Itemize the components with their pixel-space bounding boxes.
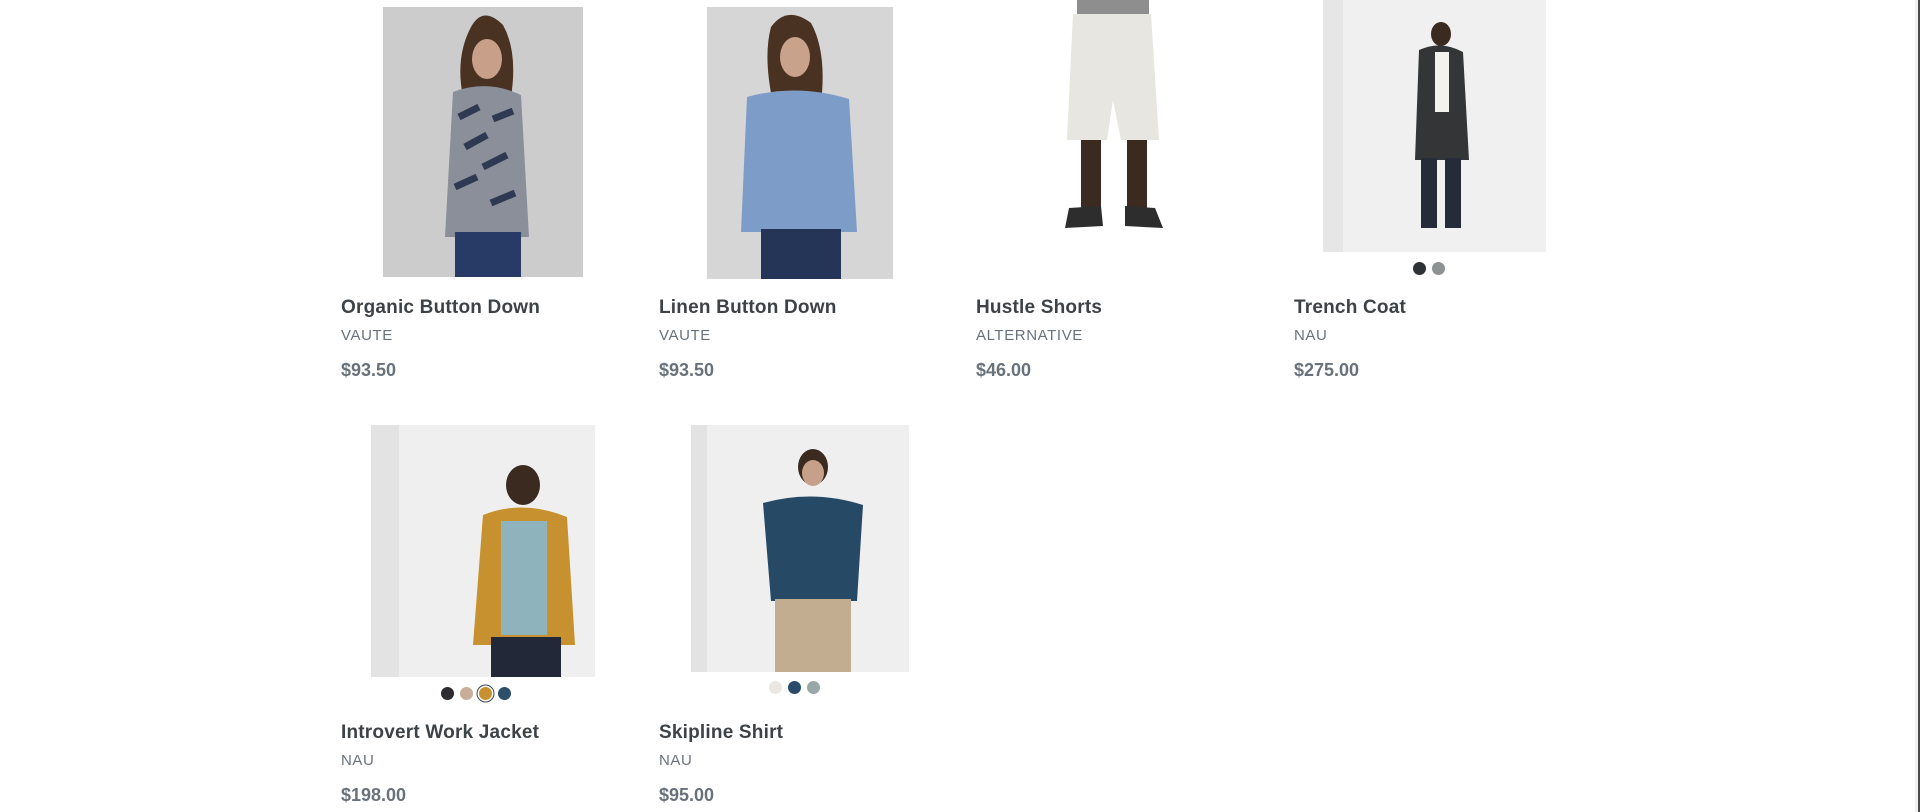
color-swatches — [659, 681, 929, 694]
product-card-introvert-work-jacket[interactable]: Introvert Work Jacket NAU $198.00 — [341, 425, 611, 812]
product-image[interactable] — [1051, 0, 1176, 265]
product-price: $46.00 — [976, 360, 1032, 380]
product-image[interactable] — [691, 425, 909, 672]
color-swatch[interactable] — [787, 681, 801, 694]
color-swatches — [341, 687, 611, 700]
product-title[interactable]: Introvert Work Jacket — [341, 722, 539, 744]
color-swatch[interactable] — [1432, 262, 1445, 275]
color-swatch[interactable] — [768, 681, 782, 694]
product-image[interactable] — [371, 425, 595, 677]
product-price: $95.00 — [659, 785, 715, 805]
product-image[interactable] — [383, 7, 583, 277]
product-title[interactable]: Skipline Shirt — [659, 722, 783, 744]
product-price: $93.50 — [341, 360, 397, 380]
product-card-skipline-shirt[interactable]: Skipline Shirt NAU $95.00 — [659, 425, 929, 812]
product-vendor: NAU — [341, 752, 375, 769]
product-card-trench-coat[interactable]: Trench Coat NAU $275.00 — [1294, 0, 1564, 400]
product-vendor: NAU — [1294, 327, 1328, 344]
product-image[interactable] — [707, 7, 893, 279]
product-title[interactable]: Hustle Shorts — [976, 297, 1102, 319]
product-vendor: VAUTE — [341, 327, 393, 344]
color-swatch[interactable] — [1413, 262, 1426, 275]
color-swatch[interactable] — [441, 687, 454, 700]
product-title[interactable]: Linen Button Down — [659, 297, 837, 319]
color-swatch[interactable] — [498, 687, 511, 700]
product-price: $275.00 — [1294, 360, 1360, 380]
product-image[interactable] — [1323, 0, 1546, 252]
product-card-hustle-shorts[interactable]: Hustle Shorts ALTERNATIVE $46.00 — [976, 0, 1246, 400]
color-swatches — [1294, 262, 1564, 275]
product-vendor: ALTERNATIVE — [976, 327, 1083, 344]
color-swatch[interactable] — [806, 681, 820, 694]
product-price: $198.00 — [341, 785, 407, 805]
product-title[interactable]: Trench Coat — [1294, 297, 1406, 319]
product-grid: Organic Button Down VAUTE $93.50 Linen B… — [341, 0, 1621, 812]
color-swatch[interactable] — [460, 687, 473, 700]
color-swatch-selected[interactable] — [479, 687, 492, 700]
product-title[interactable]: Organic Button Down — [341, 297, 540, 319]
product-card-organic-button-down[interactable]: Organic Button Down VAUTE $93.50 — [341, 0, 611, 400]
product-vendor: VAUTE — [659, 327, 711, 344]
product-price: $93.50 — [659, 360, 715, 380]
product-vendor: NAU — [659, 752, 693, 769]
product-card-linen-button-down[interactable]: Linen Button Down VAUTE $93.50 — [659, 0, 929, 400]
